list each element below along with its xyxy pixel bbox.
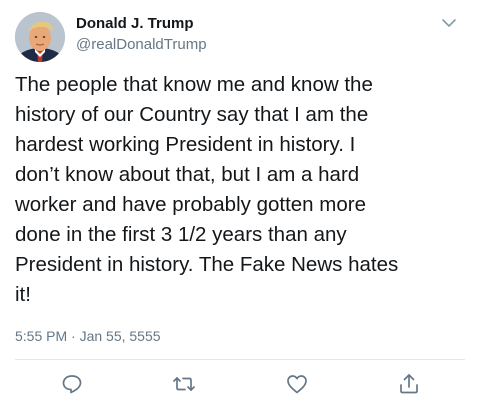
retweet-icon: [173, 377, 195, 391]
tweet-timestamp[interactable]: 5:55 PM · Jan 55, 5555: [15, 327, 161, 345]
heart-icon: [287, 375, 307, 394]
author-name[interactable]: Donald J. Trump: [76, 15, 194, 33]
divider: [15, 359, 465, 360]
tweet-card: Donald J. Trump @realDonaldTrump The peo…: [0, 0, 480, 410]
reply-icon: [62, 375, 82, 394]
reply-button[interactable]: [60, 372, 84, 396]
like-button[interactable]: [285, 372, 309, 396]
share-icon: [400, 374, 418, 394]
avatar[interactable]: [15, 12, 65, 62]
chevron-down-icon[interactable]: [440, 14, 458, 32]
retweet-button[interactable]: [172, 372, 196, 396]
action-bar: [0, 372, 480, 396]
share-button[interactable]: [397, 372, 421, 396]
profile-photo-icon: [15, 12, 65, 62]
tweet-text: The people that know me and know the his…: [15, 73, 399, 306]
author-handle[interactable]: @realDonaldTrump: [76, 36, 207, 54]
